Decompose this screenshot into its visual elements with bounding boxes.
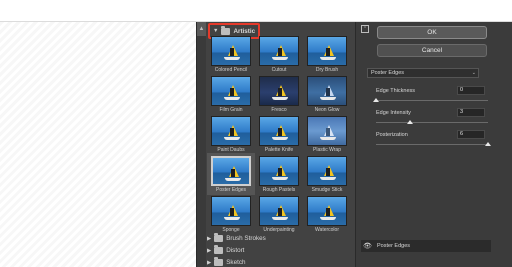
filter-dropdown-value: Poster Edges	[371, 70, 405, 76]
category-sketch[interactable]: ▶ Sketch	[207, 256, 246, 267]
param-label: Edge Intensity	[376, 110, 411, 116]
thumb-image	[259, 36, 299, 66]
folder-icon	[214, 233, 224, 242]
filter-name: Film Grain	[219, 107, 243, 113]
filter-thumb[interactable]: Dry Brush	[307, 36, 347, 74]
thumb-image	[211, 36, 251, 66]
filter-name: Smudge Stick	[311, 187, 343, 193]
filter-name: Fresco	[271, 107, 287, 113]
slider-handle[interactable]	[406, 120, 413, 124]
collapsed-triangle-icon: ▶	[207, 247, 212, 254]
filter-name: Watercolor	[315, 227, 339, 233]
filter-name: Cutout	[271, 67, 287, 73]
filter-name: Plastic Wrap	[313, 147, 341, 153]
filter-name: Palette Knife	[264, 147, 294, 153]
thumb-image	[211, 196, 251, 226]
settings-panel: ⌃ OK Cancel Poster Edges ⌄ Edge Thicknes…	[355, 22, 512, 267]
filter-thumb[interactable]: Smudge Stick	[307, 156, 347, 194]
thumb-image	[259, 116, 299, 146]
filter-thumb[interactable]: Colored Pencil	[211, 36, 251, 74]
filter-gallery: ▲ ▼ Artistic Colored Pencil Cutout Dry B…	[196, 22, 355, 267]
thumb-image	[211, 116, 251, 146]
thumb-image	[259, 196, 299, 226]
ok-button[interactable]: OK	[377, 26, 487, 39]
filter-thumb[interactable]: Film Grain	[211, 76, 251, 114]
category-label: Brush Strokes	[226, 235, 266, 242]
collapse-gallery-icon[interactable]: ⌃	[361, 25, 369, 33]
thumb-image	[259, 76, 299, 106]
thumb-image	[259, 156, 299, 186]
filter-thumb[interactable]: Neon Glow	[307, 76, 347, 114]
cancel-button[interactable]: Cancel	[377, 44, 487, 57]
param-value-input[interactable]: 3	[457, 108, 485, 117]
param-value-input[interactable]: 0	[457, 86, 485, 95]
filter-thumb[interactable]: Rough Pastels	[259, 156, 299, 194]
collapsed-triangle-icon: ▶	[207, 235, 212, 242]
thumb-image	[307, 36, 347, 66]
effect-layer-row[interactable]: 👁 Poster Edges	[361, 240, 491, 252]
slider-track[interactable]	[376, 100, 488, 101]
eye-icon[interactable]: 👁	[363, 242, 372, 250]
thumb-image	[211, 76, 251, 106]
filter-thumb[interactable]: Paint Daubs	[211, 116, 251, 154]
category-label: Distort	[226, 247, 245, 254]
filter-thumb[interactable]: Fresco	[259, 76, 299, 114]
filter-thumb[interactable]: Plastic Wrap	[307, 116, 347, 154]
filter-name: Dry Brush	[315, 67, 339, 73]
folder-icon	[214, 257, 224, 266]
expanded-triangle-icon: ▼	[213, 28, 219, 34]
thumb-image	[307, 116, 347, 146]
filter-thumb[interactable]: Watercolor	[307, 196, 347, 234]
filter-dropdown[interactable]: Poster Edges ⌄	[367, 68, 479, 78]
thumb-image	[211, 156, 251, 186]
filter-thumb[interactable]: Cutout	[259, 36, 299, 74]
category-label: Sketch	[226, 259, 246, 266]
filter-thumb[interactable]: Palette Knife	[259, 116, 299, 154]
preview-canvas[interactable]	[0, 22, 196, 267]
scroll-up-button[interactable]: ▲	[197, 22, 206, 36]
filter-name: Colored Pencil	[214, 67, 248, 73]
category-label: Artistic	[233, 27, 256, 35]
param-label: Edge Thickness	[376, 88, 416, 94]
param-value-input[interactable]: 6	[457, 130, 485, 139]
scrollbar-track[interactable]	[197, 36, 206, 267]
collapsed-triangle-icon: ▶	[207, 259, 212, 266]
chevron-down-icon: ⌄	[471, 70, 476, 76]
folder-icon	[221, 25, 231, 35]
filter-name: Poster Edges	[215, 187, 247, 193]
slider-track[interactable]	[376, 122, 488, 123]
folder-icon	[214, 245, 224, 254]
preview-image	[0, 22, 196, 267]
slider-handle[interactable]	[373, 98, 379, 102]
slider-handle[interactable]	[485, 142, 491, 146]
thumb-image	[307, 156, 347, 186]
filter-thumb[interactable]: Sponge	[211, 196, 251, 234]
filter-thumb-selected[interactable]: Poster Edges	[207, 153, 255, 195]
filter-name: Rough Pastels	[262, 187, 296, 193]
filter-name: Neon Glow	[314, 107, 340, 113]
effect-layer-name: Poster Edges	[377, 243, 411, 249]
top-bar	[0, 0, 512, 22]
slider-track[interactable]	[376, 144, 488, 145]
thumb-image	[307, 196, 347, 226]
filter-thumb[interactable]: Underpainting	[259, 196, 299, 234]
thumb-image	[307, 76, 347, 106]
param-label: Posterization	[376, 132, 408, 138]
